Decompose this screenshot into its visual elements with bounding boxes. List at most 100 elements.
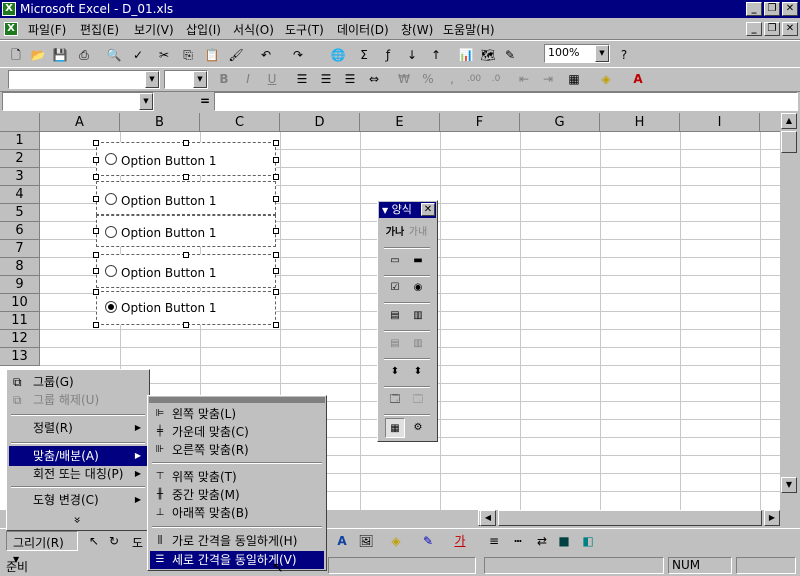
submenu-align-left[interactable]: ⊫ 왼쪽 맞춤(L)	[150, 405, 324, 423]
wordart-icon[interactable]: A	[334, 533, 350, 549]
row-header-8[interactable]: 8	[0, 258, 40, 276]
resize-handle[interactable]	[273, 268, 279, 274]
zoom-combo[interactable]: 100% ▼	[544, 44, 610, 63]
option-button[interactable]: Option Button 1	[96, 215, 276, 247]
italic-icon[interactable]: I	[240, 71, 256, 87]
open-icon[interactable]: 📂	[30, 47, 46, 63]
menu-window[interactable]: 창(W)	[401, 21, 433, 38]
undo-icon[interactable]: ↶	[258, 47, 274, 63]
office-assistant-icon[interactable]: ?	[616, 47, 632, 63]
print-icon[interactable]: ⎙	[76, 47, 92, 63]
resize-handle[interactable]	[273, 157, 279, 163]
row-header-4[interactable]: 4	[0, 186, 40, 204]
line-style-icon[interactable]: ≡	[486, 533, 502, 549]
scroll-right-icon[interactable]: ▶	[764, 510, 780, 526]
menu-format[interactable]: 서식(O)	[233, 21, 274, 38]
font-size-dropdown-icon[interactable]: ▼	[193, 71, 207, 88]
font-dropdown-icon[interactable]: ▼	[145, 71, 159, 88]
resize-handle[interactable]	[273, 252, 279, 258]
row-header-9[interactable]: 9	[0, 276, 40, 294]
column-header-g[interactable]: G	[520, 113, 600, 132]
decrease-decimal-icon[interactable]: .0	[488, 71, 504, 87]
row-header-12[interactable]: 12	[0, 330, 40, 348]
forms-toolbar[interactable]: ▼ 양식 ✕ 가나 가내 ▭ ▬ ☑ ◉ ▤ ▥ ▤ ▥ ⬍ ⬍ 🗔 🗔 ▦ ⚙	[377, 200, 438, 442]
submenu-align-top[interactable]: ⊤ 위쪽 맞춤(T)	[150, 468, 324, 486]
scroll-left-icon[interactable]: ◀	[480, 510, 496, 526]
resize-handle[interactable]	[273, 140, 279, 146]
menu-item-ungroup[interactable]: ⧉ 그룹 해제(U)	[9, 390, 147, 410]
bold-icon[interactable]: B	[216, 71, 232, 87]
doc-restore-button[interactable]: ❐	[764, 22, 780, 36]
resize-handle[interactable]	[93, 196, 99, 202]
toggle-grid-icon[interactable]: ▦	[385, 418, 405, 438]
line-color-icon[interactable]: ✎	[420, 533, 436, 549]
horizontal-scroll-thumb[interactable]	[498, 510, 762, 526]
name-box-dropdown-icon[interactable]: ▼	[139, 93, 153, 110]
row-header-6[interactable]: 6	[0, 222, 40, 240]
submenu-distribute-horizontally[interactable]: ⫼ 가로 간격을 동일하게(H)	[150, 532, 324, 550]
row-header-11[interactable]: 11	[0, 312, 40, 330]
select-objects-icon[interactable]: ↖	[86, 533, 102, 549]
draw-menu-button[interactable]: 그리기(R) ▼	[6, 531, 78, 564]
menu-tools[interactable]: 도구(T)	[285, 21, 324, 38]
row-header-3[interactable]: 3	[0, 168, 40, 186]
fill-color-icon[interactable]: ◈	[598, 71, 614, 87]
row-header-2[interactable]: 2	[0, 150, 40, 168]
menu-item-order[interactable]: 정렬(R) ▶	[9, 418, 147, 438]
row-header-1[interactable]: 1	[0, 132, 40, 150]
edit-box-tool-icon[interactable]: 가내	[408, 223, 428, 243]
label-tool-icon[interactable]: 가나	[385, 223, 405, 243]
list-box-tool-icon[interactable]: ▤	[385, 306, 405, 326]
autosum-icon[interactable]: Σ	[356, 47, 372, 63]
comma-icon[interactable]: ,	[444, 71, 460, 87]
resize-handle[interactable]	[93, 140, 99, 146]
clip-art-icon[interactable]: 🖼	[358, 533, 374, 549]
hyperlink-icon[interactable]: 🌐	[330, 47, 346, 63]
column-header-h[interactable]: H	[600, 113, 680, 132]
drawing-icon[interactable]: ✎	[502, 47, 518, 63]
button-tool-icon[interactable]: ▬	[408, 251, 428, 271]
column-header-e[interactable]: E	[360, 113, 440, 132]
zoom-dropdown-icon[interactable]: ▼	[595, 45, 609, 62]
menu-view[interactable]: 보기(V)	[134, 21, 174, 38]
menu-item-align-distribute[interactable]: 맞춤/배분(A) ▶	[9, 446, 147, 466]
resize-handle[interactable]	[273, 322, 279, 328]
align-left-icon[interactable]: ☰	[294, 71, 310, 87]
arrow-style-icon[interactable]: ⇄	[534, 533, 550, 549]
close-icon[interactable]: ✕	[421, 203, 435, 216]
map-icon[interactable]: 🗺	[480, 47, 496, 63]
spinner-tool-icon[interactable]: ⬍	[408, 362, 428, 382]
option-button[interactable]: Option Button 1	[96, 142, 276, 176]
paste-icon[interactable]: 📋	[204, 47, 220, 63]
align-center-icon[interactable]: ☰	[318, 71, 334, 87]
excel-app-icon[interactable]: X	[2, 2, 16, 16]
combo-list-edit-tool-icon[interactable]: ▤	[385, 334, 405, 354]
resize-handle[interactable]	[93, 157, 99, 163]
submenu-align-bottom[interactable]: ⊥ 아래쪽 맞춤(B)	[150, 504, 324, 522]
submenu-align-middle[interactable]: ╫ 중간 맞춤(M)	[150, 486, 324, 504]
forms-toolbar-title[interactable]: ▼ 양식 ✕	[379, 202, 436, 218]
spelling-icon[interactable]: ✓	[130, 47, 146, 63]
scroll-bar-tool-icon[interactable]: ⬍	[385, 362, 405, 382]
close-button[interactable]: ✕	[782, 2, 798, 16]
column-header-b[interactable]: B	[120, 113, 200, 132]
save-icon[interactable]: 💾	[52, 47, 68, 63]
copy-icon[interactable]: ⎘	[180, 47, 196, 63]
free-rotate-icon[interactable]: ↻	[106, 533, 122, 549]
combo-box-tool-icon[interactable]: ▥	[408, 306, 428, 326]
underline-icon[interactable]: U	[264, 71, 280, 87]
column-header-d[interactable]: D	[280, 113, 360, 132]
resize-handle[interactable]	[273, 174, 279, 180]
column-header-a[interactable]: A	[40, 113, 120, 132]
row-header-13[interactable]: 13	[0, 348, 40, 366]
row-header-7[interactable]: 7	[0, 240, 40, 258]
run-dialog-icon[interactable]: ⚙	[408, 418, 428, 438]
edit-code-icon[interactable]: 🗔	[408, 390, 428, 410]
resize-handle[interactable]	[183, 174, 189, 180]
resize-handle[interactable]	[93, 174, 99, 180]
menu-edit[interactable]: 편집(E)	[80, 21, 119, 38]
minimize-button[interactable]: _	[746, 2, 762, 16]
dash-style-icon[interactable]: ┅	[510, 533, 526, 549]
menu-item-change-shape[interactable]: 도형 변경(C) ▶	[9, 490, 147, 510]
formula-equals[interactable]: =	[200, 94, 210, 108]
